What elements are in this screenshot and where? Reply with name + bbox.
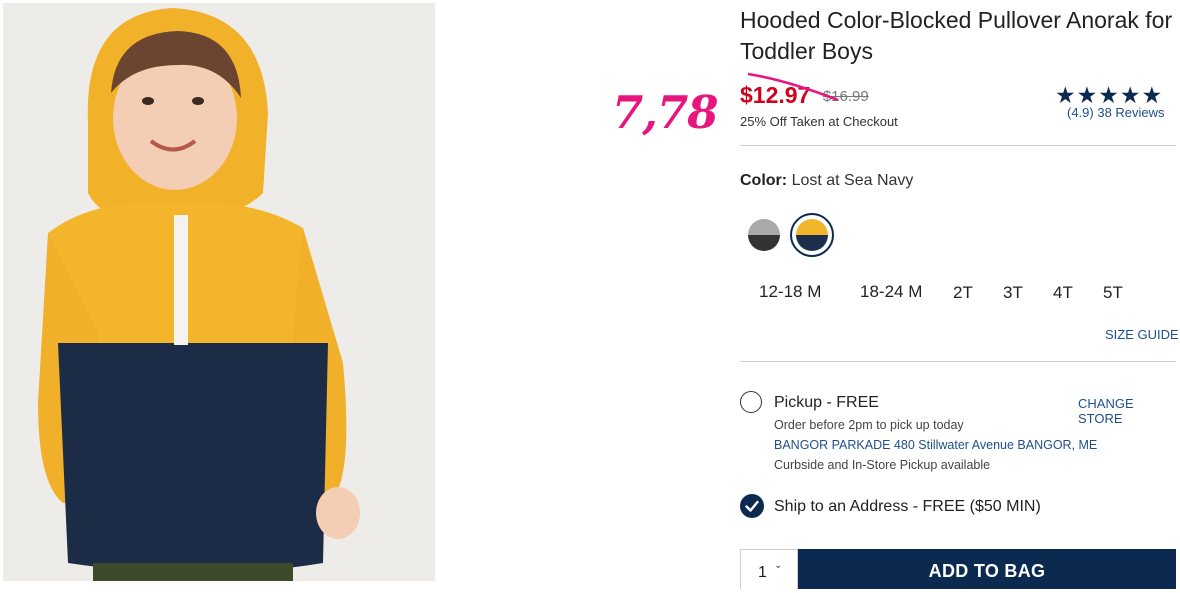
star-rating-icon: ★★★★★ — [1055, 82, 1164, 108]
pickup-note: Order before 2pm to pick up today — [774, 418, 964, 432]
reviews-link[interactable]: (4.9) 38 Reviews — [1067, 105, 1165, 120]
swatch-gray-black[interactable] — [748, 219, 780, 251]
price-row: $12.97 $16.99 — [740, 72, 869, 109]
store-address-link[interactable]: BANGOR PARKADE 480 Stillwater Avenue BAN… — [774, 438, 1097, 452]
divider — [740, 145, 1176, 146]
ship-checkmark-icon[interactable] — [740, 494, 764, 518]
size-18-24m[interactable]: 18-24 M — [860, 282, 922, 302]
chevron-down-icon: ⌄ — [774, 560, 783, 571]
promo-text: 25% Off Taken at Checkout — [740, 114, 898, 129]
add-to-bag-button[interactable]: ADD TO BAG — [798, 549, 1176, 589]
pickup-title: Pickup - FREE — [774, 394, 879, 411]
size-3t[interactable]: 3T — [1003, 283, 1023, 303]
curbside-note: Curbside and In-Store Pickup available — [774, 458, 991, 472]
pickup-radio[interactable] — [740, 391, 762, 413]
quantity-select[interactable]: 1 ⌄ — [740, 549, 798, 589]
yellow-navy-swatch-icon — [796, 219, 828, 251]
ship-to-address-label[interactable]: Ship to an Address - FREE ($50 MIN) — [774, 498, 1041, 516]
color-name: Lost at Sea Navy — [791, 172, 914, 189]
size-guide-link[interactable]: SIZE GUIDE — [1105, 327, 1179, 342]
strike-annotation — [747, 72, 839, 102]
product-title: Hooded Color-Blocked Pullover Anorak for… — [740, 7, 1173, 64]
change-store-link[interactable]: CHANGE STORE — [1078, 396, 1180, 426]
quantity-value: 1 — [758, 564, 767, 581]
price-annotation: 7,78 — [612, 86, 719, 139]
divider — [740, 361, 1176, 362]
size-2t[interactable]: 2T — [953, 283, 973, 303]
color-label: Color: Lost at Sea Navy — [740, 172, 914, 189]
product-image — [3, 3, 435, 581]
size-12-18m[interactable]: 12-18 M — [759, 282, 821, 302]
swatch-yellow-navy[interactable] — [796, 219, 828, 251]
size-4t[interactable]: 4T — [1053, 283, 1073, 303]
size-5t[interactable]: 5T — [1103, 283, 1123, 303]
gray-black-swatch-icon — [748, 219, 780, 251]
